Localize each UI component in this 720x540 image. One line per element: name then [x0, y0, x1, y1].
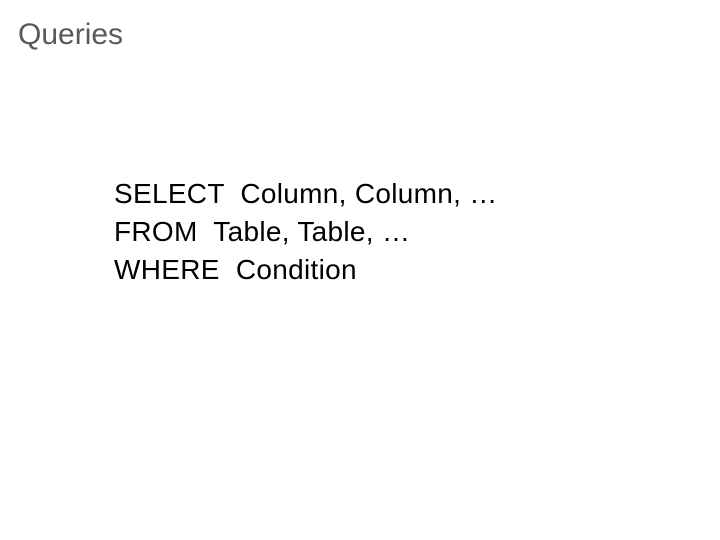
sql-query-block: SELECT Column, Column, … FROM Table, Tab…	[114, 175, 498, 288]
select-line: SELECT Column, Column, …	[114, 175, 498, 213]
where-line: WHERE Condition	[114, 251, 498, 289]
from-line: FROM Table, Table, …	[114, 213, 498, 251]
slide-title: Queries	[18, 18, 123, 52]
